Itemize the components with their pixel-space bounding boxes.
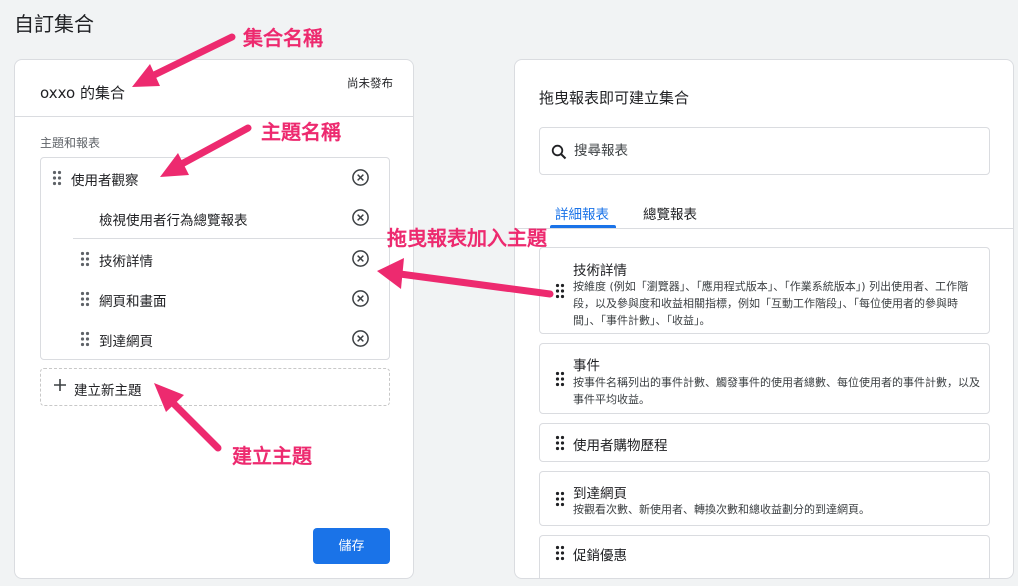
annotation-topic-name: 主題名稱 (261, 120, 341, 144)
drag-handle-icon[interactable] (555, 491, 565, 507)
drag-handle-icon[interactable] (80, 251, 90, 267)
remove-circle-icon[interactable] (351, 289, 370, 308)
topic-row[interactable]: 到達網頁 (41, 319, 389, 359)
search-box[interactable] (539, 127, 990, 175)
drag-handle-icon[interactable] (555, 435, 565, 451)
library-title: 拖曳報表即可建立集合 (539, 89, 690, 107)
report-label: 檢視使用者行為總覽報表 (99, 213, 248, 229)
report-card[interactable]: 事件 按事件名稱列出的事件計數、觸發事件的使用者總數、每位使用者的事件計數，以及… (539, 343, 990, 414)
topic-label[interactable]: 技術詳情 (99, 250, 153, 270)
annotation-drag-to-topic: 拖曳報表加入主題 (387, 226, 547, 250)
remove-circle-icon[interactable] (351, 168, 370, 187)
report-card[interactable]: 到達網頁 按觀看次數、新使用者、轉換次數和總收益劃分的到達網頁。 (539, 471, 990, 526)
tab-overview-reports[interactable]: 總覽報表 (643, 203, 697, 223)
remove-circle-icon[interactable] (351, 208, 370, 227)
topic-row[interactable]: 網頁和畫面 (41, 279, 389, 319)
topic-label[interactable]: 網頁和畫面 (99, 290, 167, 310)
drag-handle-icon[interactable] (555, 371, 565, 387)
plus-icon (54, 379, 66, 391)
collection-name[interactable]: oxxo 的集合 (40, 82, 125, 103)
report-description: 按維度 (例如「瀏覽器」、「應用程式版本」、「作業系統版本」) 列出使用者、工作… (573, 280, 969, 327)
remove-circle-icon[interactable] (351, 329, 370, 348)
annotation-collection-name: 集合名稱 (243, 26, 323, 50)
report-title: 技術詳情 (573, 263, 627, 279)
topic-row[interactable]: 使用者觀察 (41, 158, 389, 198)
report-description: 按事件名稱列出的事件計數、觸發事件的使用者總數、每位使用者的事件計數，以及事件平… (573, 376, 980, 406)
report-description: 按觀看次數、新使用者、轉換次數和總收益劃分的到達網頁。 (573, 503, 870, 516)
search-icon (551, 144, 567, 160)
report-title: 事件 (573, 358, 600, 374)
topic-label[interactable]: 使用者觀察 (71, 169, 139, 189)
topic-list: 使用者觀察 檢視使用者行為總覽報表 技術詳情 網頁和畫面 到達網頁 (40, 157, 390, 360)
drag-handle-icon[interactable] (555, 283, 565, 299)
topic-row[interactable]: 技術詳情 (41, 239, 389, 279)
save-button[interactable]: 儲存 (313, 528, 390, 564)
report-title: 促銷優惠 (573, 548, 627, 564)
drag-handle-icon[interactable] (80, 291, 90, 307)
topics-section-label: 主題和報表 (40, 136, 101, 150)
drag-handle-icon[interactable] (555, 545, 565, 561)
report-card[interactable]: 使用者購物歷程 (539, 423, 990, 462)
drag-handle-icon[interactable] (52, 170, 62, 186)
drag-handle-icon[interactable] (80, 331, 90, 347)
publish-status: 尚未發布 (347, 76, 393, 90)
tab-divider (515, 228, 1013, 229)
report-title: 到達網頁 (573, 486, 627, 502)
page-title: 自訂集合 (14, 12, 94, 36)
report-library-card: 拖曳報表即可建立集合 詳細報表 總覽報表 技術詳情 按維度 (例如「瀏覽器」、「… (514, 59, 1014, 579)
create-topic-label: 建立新主題 (74, 383, 142, 399)
report-card[interactable]: 促銷優惠 (539, 535, 990, 578)
tab-detail-reports[interactable]: 詳細報表 (555, 203, 609, 223)
remove-circle-icon[interactable] (351, 249, 370, 268)
annotation-create-topic: 建立主題 (232, 444, 312, 468)
create-topic-button[interactable]: 建立新主題 (40, 368, 390, 406)
search-input[interactable] (574, 139, 974, 163)
topic-report-row[interactable]: 檢視使用者行為總覽報表 (41, 198, 389, 238)
collection-header: oxxo 的集合 尚未發布 (15, 60, 413, 117)
report-card[interactable]: 技術詳情 按維度 (例如「瀏覽器」、「應用程式版本」、「作業系統版本」) 列出使… (539, 247, 990, 334)
topic-label[interactable]: 到達網頁 (99, 330, 153, 350)
collection-card: oxxo 的集合 尚未發布 主題和報表 使用者觀察 檢視使用者行為總覽報表 技術… (14, 59, 414, 579)
report-title: 使用者購物歷程 (573, 438, 668, 454)
